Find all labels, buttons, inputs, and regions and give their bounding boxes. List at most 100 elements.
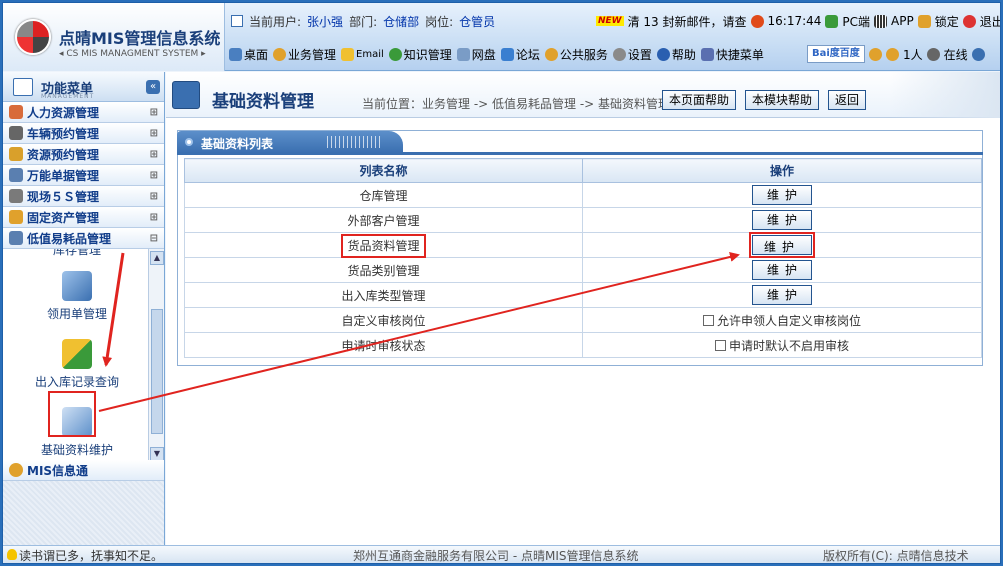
nav-label: 网盘 [471, 47, 496, 62]
nav-shortcut[interactable]: 快捷菜单 [700, 46, 764, 63]
requisition-icon [62, 271, 92, 301]
sidebar-item-resource[interactable]: 资源预约管理 ⊞ [3, 144, 164, 165]
nav-disk[interactable]: 网盘 [456, 46, 496, 63]
nav-knowledge[interactable]: 知识管理 [388, 46, 452, 63]
row-name: 仓库管理 [184, 182, 583, 208]
collapse-icon[interactable]: « [146, 80, 160, 94]
submenu-requisition[interactable]: 领用单管理 [17, 271, 137, 322]
checkbox-label[interactable]: 申请时默认不启用审核 [729, 339, 849, 353]
exit-button[interactable]: 退出 [980, 13, 1000, 30]
status-tip: 读书谓已多，抚事知不足。 [19, 549, 164, 563]
sidebar-item-mis[interactable]: MIS信息通 [3, 460, 164, 481]
sidebar-item-label: MIS信息通 [27, 463, 89, 478]
sidebar: 功能菜单 MANAGEMENT « 人力资源管理 ⊞ 车辆预约管理 ⊞ 资源预约管理… [3, 72, 165, 545]
row-op: 允许申领人自定义审核岗位 [582, 307, 982, 333]
logo-area: 点晴MIS管理信息系统 ◂ CS MIS MANAGMENT SYSTEM ▸ [3, 3, 225, 71]
sidebar-item-consumables[interactable]: 低值易耗品管理 ⊟ [3, 228, 164, 249]
sidebar-item-assets[interactable]: 固定资产管理 ⊞ [3, 207, 164, 228]
sidebar-header: 功能菜单 MANAGEMENT « [3, 72, 164, 102]
mail-notice[interactable]: 清 13 封新邮件，请查 [628, 13, 747, 30]
page-help-button[interactable]: 本页面帮助 [662, 90, 737, 110]
header: 点晴MIS管理信息系统 ◂ CS MIS MANAGMENT SYSTEM ▸ … [3, 3, 1000, 71]
expand-icon: ⊞ [149, 170, 158, 181]
submenu-label: 领用单管理 [46, 307, 107, 321]
nav-label: 帮助 [671, 47, 696, 62]
sidebar-item-hr[interactable]: 人力资源管理 ⊞ [3, 102, 164, 123]
online-users-icon [886, 47, 899, 61]
app-subtitle: ◂ CS MIS MANAGMENT SYSTEM ▸ [59, 49, 206, 59]
nav-label: 公共服务 [559, 47, 608, 62]
nav-desktop[interactable]: 桌面 [229, 46, 268, 63]
basic-data-table: 列表名称 操作 仓库管理 维护 外部客户管理 维护 货品资料管理 维护 货品类别… [184, 158, 982, 358]
maintain-button-highlighted[interactable]: 维护 [749, 232, 815, 258]
scroll-up-icon[interactable]: ▲ [150, 251, 164, 265]
disk-icon [456, 47, 470, 61]
clock-time: 16:17:44 [767, 14, 822, 28]
disable-approval-checkbox[interactable] [714, 339, 726, 351]
panel-tab: 基础资料列表 [177, 131, 403, 153]
row-op: 维护 [582, 207, 982, 233]
expand-icon: ⊞ [149, 191, 158, 202]
person-icon [926, 47, 940, 61]
app-title: 点晴MIS管理信息系统 [59, 29, 221, 48]
user-info: 当前用户: 张小强 部门: 仓储部 岗位: 仓管员 [231, 11, 495, 31]
maintain-button[interactable]: 维护 [752, 210, 812, 230]
app-window: 点晴MIS管理信息系统 ◂ CS MIS MANAGMENT SYSTEM ▸ … [2, 2, 1001, 564]
submenu-inventory[interactable]: 库存管理 [17, 249, 137, 258]
custom-approver-checkbox[interactable] [702, 314, 714, 326]
knowledge-icon [388, 47, 402, 61]
row-name: 出入库类型管理 [184, 282, 583, 308]
top-tools: NEW 清 13 封新邮件，请查 16:17:44 PC端 APP 锁定 退出 [596, 11, 1000, 31]
main-nav: 桌面 业务管理 Email 知识管理 网盘 论坛 公共服务 设置 帮助 快捷菜单 [229, 43, 764, 65]
back-button[interactable]: 返回 [828, 90, 867, 110]
search-icon[interactable] [869, 47, 882, 61]
expand-icon: ⊞ [149, 128, 158, 139]
maintain-button[interactable]: 维护 [752, 185, 812, 205]
lock-button[interactable]: 锁定 [935, 13, 959, 30]
submenu-label: 出入库记录查询 [34, 375, 119, 389]
submenu-basic-data[interactable]: 基础资料维护 [17, 407, 137, 458]
expand-icon: ⊞ [149, 212, 158, 223]
online-status[interactable]: 在线 [944, 46, 968, 63]
submenu-panel: 库存管理 领用单管理 出入库记录查询 基础资料维护 ▲ ▼ [3, 249, 164, 463]
pc-icon [825, 14, 839, 28]
scroll-down-icon[interactable]: ▼ [150, 447, 164, 461]
baidu-search-input[interactable]: Bai度百度 [807, 45, 865, 63]
sidebar-item-5s[interactable]: 现场５Ｓ管理 ⊞ [3, 186, 164, 207]
table-row: 仓库管理 维护 [184, 182, 982, 208]
nav-label: 论坛 [515, 47, 540, 62]
nav-settings[interactable]: 设置 [612, 46, 652, 63]
nav-business[interactable]: 业务管理 [273, 46, 336, 63]
pc-link[interactable]: PC端 [842, 13, 870, 30]
nav-forum[interactable]: 论坛 [500, 46, 540, 63]
checkbox-label[interactable]: 允许申领人自定义审核岗位 [717, 314, 861, 328]
maintain-button[interactable]: 维护 [752, 285, 812, 305]
scroll-thumb[interactable] [151, 309, 163, 434]
nav-help[interactable]: 帮助 [656, 46, 696, 63]
sidebar-item-label: 万能单据管理 [27, 168, 100, 183]
module-help-button[interactable]: 本模块帮助 [745, 90, 820, 110]
nav-email[interactable]: Email [341, 47, 384, 61]
row-op: 维护 [582, 232, 982, 258]
maintain-button[interactable]: 维护 [752, 260, 812, 280]
logo-icon [15, 19, 51, 55]
sidebar-item-label: 人力资源管理 [27, 105, 100, 120]
app-link[interactable]: APP [891, 14, 914, 28]
sidebar-item-label: 固定资产管理 [27, 210, 100, 225]
lock-icon [917, 14, 931, 28]
table-row: 货品资料管理 维护 [184, 232, 982, 258]
online-count[interactable]: 1人 [903, 46, 923, 63]
shortcut-icon [700, 47, 714, 61]
chevron-down-icon[interactable] [971, 47, 985, 61]
submenu-inout-records[interactable]: 出入库记录查询 [17, 339, 137, 390]
submenu-scrollbar[interactable]: ▲ ▼ [148, 249, 164, 463]
status-copyright: 版权所有(C): 点晴信息技术 [823, 549, 969, 563]
status-bar: 读书谓已多，抚事知不足。 郑州互通商金融服务有限公司 - 点晴MIS管理信息系统… [3, 545, 1000, 563]
post-name: 仓管员 [459, 14, 496, 29]
sidebar-item-vehicle[interactable]: 车辆预约管理 ⊞ [3, 123, 164, 144]
user-name[interactable]: 张小强 [307, 13, 343, 30]
gear-icon [9, 189, 23, 203]
sidebar-item-documents[interactable]: 万能单据管理 ⊞ [3, 165, 164, 186]
consumables-icon [9, 231, 23, 245]
nav-service[interactable]: 公共服务 [544, 46, 608, 63]
